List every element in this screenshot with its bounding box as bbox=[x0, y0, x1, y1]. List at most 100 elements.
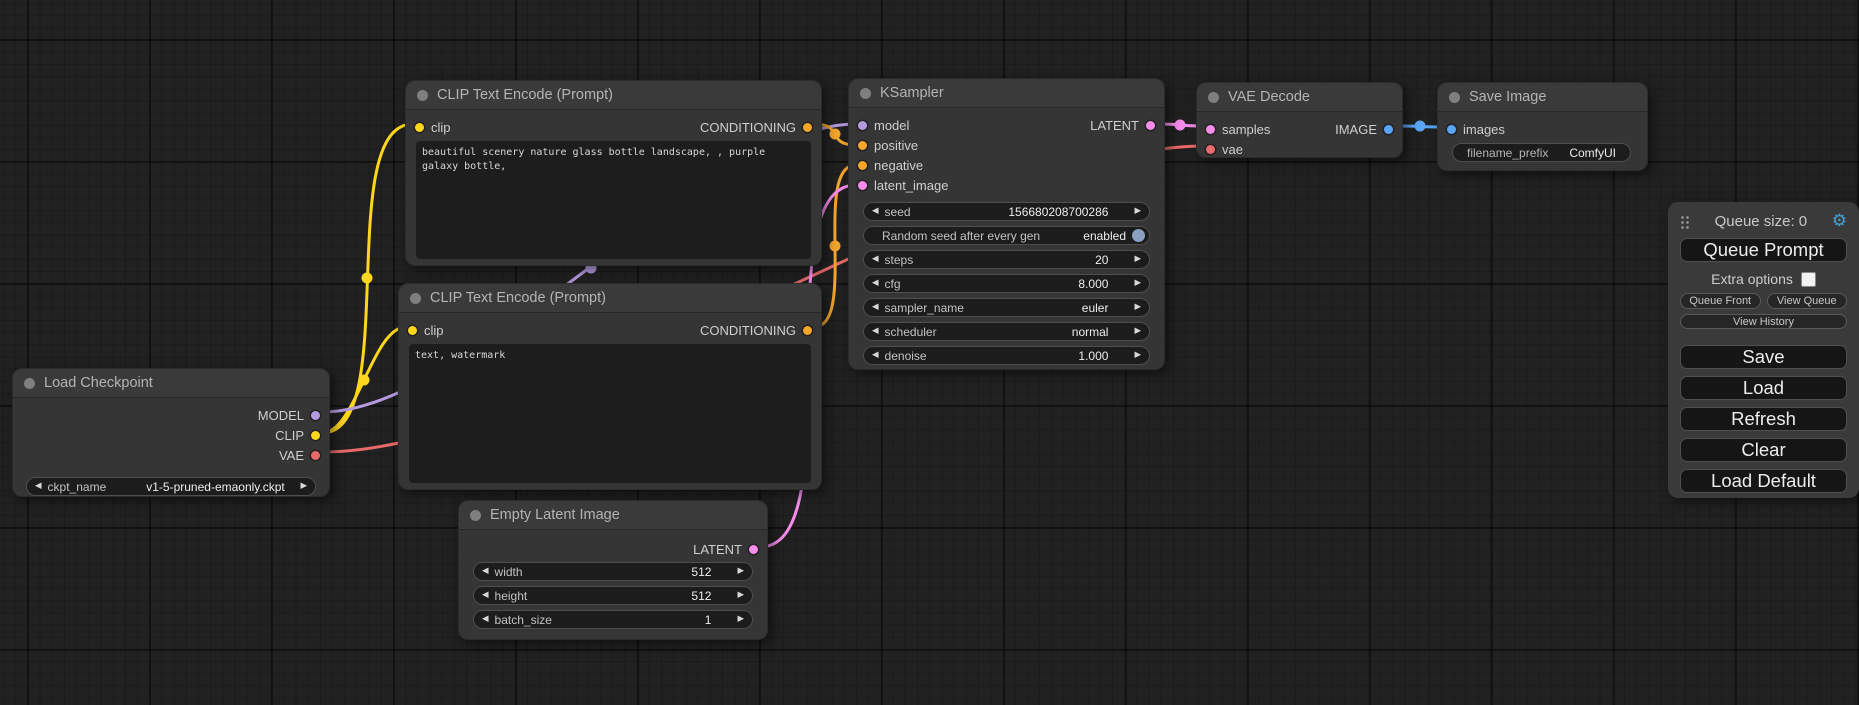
load-button[interactable]: Load bbox=[1680, 376, 1847, 400]
increment-arrow-icon[interactable]: ▶ bbox=[737, 567, 744, 576]
increment-arrow-icon[interactable]: ▶ bbox=[1134, 327, 1141, 336]
node-header[interactable]: Save Image bbox=[1438, 83, 1647, 112]
widget-value: ComfyUI bbox=[1569, 146, 1616, 160]
prompt-textarea[interactable]: text, watermark bbox=[409, 344, 811, 483]
load-default-button[interactable]: Load Default bbox=[1680, 469, 1847, 493]
widget-value: 8.000 bbox=[1078, 277, 1108, 291]
widget-label: ckpt_name bbox=[48, 480, 107, 494]
toggle-knob-icon[interactable] bbox=[1132, 229, 1145, 242]
widget-ckpt-name[interactable]: ◀ ckpt_name v1-5-pruned-emaonly.ckpt ▶ bbox=[26, 477, 316, 496]
node-ksampler[interactable]: KSampler model LATENT positive negative … bbox=[848, 78, 1165, 370]
decrement-arrow-icon[interactable]: ◀ bbox=[872, 207, 879, 216]
save-button[interactable]: Save bbox=[1680, 345, 1847, 369]
node-load-checkpoint[interactable]: Load Checkpoint MODEL CLIP VAE ◀ ckpt_na… bbox=[12, 368, 330, 497]
widget-scheduler[interactable]: ◀ scheduler normal ▶ bbox=[863, 322, 1150, 341]
decrement-arrow-icon[interactable]: ◀ bbox=[872, 279, 879, 288]
input-port-model[interactable] bbox=[858, 121, 867, 130]
widget-width[interactable]: ◀ width 512 ▶ bbox=[473, 562, 753, 581]
input-port-latent-image[interactable] bbox=[858, 181, 867, 190]
widget-value: enabled bbox=[1083, 229, 1126, 243]
input-label-clip: clip bbox=[431, 120, 451, 135]
input-port-positive[interactable] bbox=[858, 141, 867, 150]
widget-label: batch_size bbox=[495, 613, 552, 627]
view-history-button[interactable]: View History bbox=[1680, 314, 1847, 329]
widget-value: 1 bbox=[705, 613, 712, 627]
decrement-arrow-icon[interactable]: ◀ bbox=[482, 615, 489, 624]
input-port-images[interactable] bbox=[1447, 125, 1456, 134]
increment-arrow-icon[interactable]: ▶ bbox=[300, 482, 307, 491]
increment-arrow-icon[interactable]: ▶ bbox=[737, 615, 744, 624]
input-label-positive: positive bbox=[874, 138, 918, 153]
output-port-clip[interactable] bbox=[311, 431, 320, 440]
input-port-clip[interactable] bbox=[415, 123, 424, 132]
output-port-image[interactable] bbox=[1384, 125, 1393, 134]
node-vae-decode[interactable]: VAE Decode samples IMAGE vae bbox=[1196, 82, 1403, 158]
decrement-arrow-icon[interactable]: ◀ bbox=[872, 303, 879, 312]
queue-front-button[interactable]: Queue Front bbox=[1680, 293, 1761, 309]
increment-arrow-icon[interactable]: ▶ bbox=[737, 591, 744, 600]
widget-label: height bbox=[495, 589, 528, 603]
input-port-clip[interactable] bbox=[408, 326, 417, 335]
node-header[interactable]: KSampler bbox=[849, 79, 1164, 108]
node-save-image[interactable]: Save Image images filename_prefix ComfyU… bbox=[1437, 82, 1648, 171]
queue-prompt-button[interactable]: Queue Prompt bbox=[1680, 238, 1847, 262]
widget-seed[interactable]: ◀ seed 156680208700286 ▶ bbox=[863, 202, 1150, 221]
node-header[interactable]: CLIP Text Encode (Prompt) bbox=[399, 284, 821, 313]
drag-handle-icon[interactable] bbox=[1680, 214, 1690, 229]
node-clip-text-encode-positive[interactable]: CLIP Text Encode (Prompt) clip CONDITION… bbox=[405, 80, 822, 266]
node-empty-latent-image[interactable]: Empty Latent Image LATENT ◀ width 512 ▶ … bbox=[458, 500, 768, 640]
input-label-negative: negative bbox=[874, 158, 923, 173]
gear-icon[interactable]: ⚙ bbox=[1832, 213, 1847, 230]
increment-arrow-icon[interactable]: ▶ bbox=[1134, 351, 1141, 360]
node-header[interactable]: VAE Decode bbox=[1197, 83, 1402, 112]
collapse-dot-icon[interactable] bbox=[24, 378, 35, 389]
widget-height[interactable]: ◀ height 512 ▶ bbox=[473, 586, 753, 605]
view-queue-button[interactable]: View Queue bbox=[1767, 293, 1848, 309]
increment-arrow-icon[interactable]: ▶ bbox=[1134, 303, 1141, 312]
increment-arrow-icon[interactable]: ▶ bbox=[1134, 255, 1141, 264]
widget-cfg[interactable]: ◀ cfg 8.000 ▶ bbox=[863, 274, 1150, 293]
output-port-conditioning[interactable] bbox=[803, 123, 812, 132]
output-port-conditioning[interactable] bbox=[803, 326, 812, 335]
decrement-arrow-icon[interactable]: ◀ bbox=[35, 482, 42, 491]
collapse-dot-icon[interactable] bbox=[860, 88, 871, 99]
clear-button[interactable]: Clear bbox=[1680, 438, 1847, 462]
output-port-vae[interactable] bbox=[311, 451, 320, 460]
input-port-negative[interactable] bbox=[858, 161, 867, 170]
node-header[interactable]: CLIP Text Encode (Prompt) bbox=[406, 81, 821, 110]
comfyui-canvas[interactable]: { "colors":{ "model":"#b49be0","clip":"#… bbox=[0, 0, 1859, 705]
increment-arrow-icon[interactable]: ▶ bbox=[1134, 207, 1141, 216]
collapse-dot-icon[interactable] bbox=[1449, 92, 1460, 103]
decrement-arrow-icon[interactable]: ◀ bbox=[872, 255, 879, 264]
output-port-latent[interactable] bbox=[749, 545, 758, 554]
collapse-dot-icon[interactable] bbox=[417, 90, 428, 101]
prompt-textarea[interactable]: beautiful scenery nature glass bottle la… bbox=[416, 141, 811, 259]
widget-sampler-name[interactable]: ◀ sampler_name euler ▶ bbox=[863, 298, 1150, 317]
node-clip-text-encode-negative[interactable]: CLIP Text Encode (Prompt) clip CONDITION… bbox=[398, 283, 822, 490]
input-port-samples[interactable] bbox=[1206, 125, 1215, 134]
increment-arrow-icon[interactable]: ▶ bbox=[1134, 279, 1141, 288]
decrement-arrow-icon[interactable]: ◀ bbox=[482, 591, 489, 600]
decrement-arrow-icon[interactable]: ◀ bbox=[482, 567, 489, 576]
collapse-dot-icon[interactable] bbox=[410, 293, 421, 304]
decrement-arrow-icon[interactable]: ◀ bbox=[872, 327, 879, 336]
widget-steps[interactable]: ◀ steps 20 ▶ bbox=[863, 250, 1150, 269]
collapse-dot-icon[interactable] bbox=[1208, 92, 1219, 103]
node-title: CLIP Text Encode (Prompt) bbox=[437, 87, 613, 103]
widget-denoise[interactable]: ◀ denoise 1.000 ▶ bbox=[863, 346, 1150, 365]
decrement-arrow-icon[interactable]: ◀ bbox=[872, 351, 879, 360]
collapse-dot-icon[interactable] bbox=[470, 510, 481, 521]
extra-options-checkbox[interactable] bbox=[1801, 272, 1816, 287]
refresh-button[interactable]: Refresh bbox=[1680, 407, 1847, 431]
node-header[interactable]: Empty Latent Image bbox=[459, 501, 767, 530]
output-port-model[interactable] bbox=[311, 411, 320, 420]
node-header[interactable]: Load Checkpoint bbox=[13, 369, 329, 398]
widget-batch-size[interactable]: ◀ batch_size 1 ▶ bbox=[473, 610, 753, 629]
widget-label: seed bbox=[885, 205, 911, 219]
queue-panel[interactable]: Queue size: 0 ⚙ Queue Prompt Extra optio… bbox=[1668, 202, 1859, 498]
widget-random-seed-toggle[interactable]: Random seed after every gen enabled bbox=[863, 226, 1150, 245]
input-port-vae[interactable] bbox=[1206, 145, 1215, 154]
widget-filename-prefix[interactable]: filename_prefix ComfyUI bbox=[1452, 143, 1631, 162]
widget-value: v1-5-pruned-emaonly.ckpt bbox=[146, 480, 285, 494]
output-port-latent[interactable] bbox=[1146, 121, 1155, 130]
